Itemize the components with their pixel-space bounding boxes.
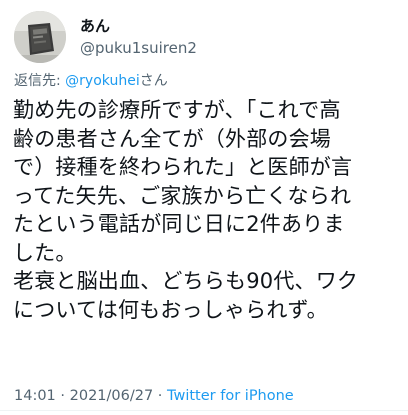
- tweet-text-line: については何もおっしゃられず。: [13, 297, 328, 322]
- reply-prefix: 返信先:: [14, 73, 66, 89]
- tweet-text-line: たという電話が同じ日に2件ありま: [13, 212, 345, 236]
- tweet-text-line: した。: [13, 240, 77, 265]
- avatar-image: [14, 11, 66, 63]
- tweet-text-line: 老衰と脳出血、どちらも90代、ワク: [13, 269, 359, 293]
- tweet-text: 勤め先の診療所ですが、「これで高 齢の患者さん全てが（外部の会場 で）接種を終わ…: [13, 96, 399, 324]
- tweet-text-line: ってた矢先、ご家族から亡くなられ: [13, 183, 352, 208]
- tweet-text-line: で）接種を終わられた」と医師が言: [13, 155, 353, 179]
- display-name[interactable]: あん: [80, 17, 197, 36]
- meta-separator: ·: [55, 388, 70, 404]
- reply-to: 返信先: @ryokuheiさん: [14, 72, 168, 90]
- tweet-time[interactable]: 14:01: [14, 388, 56, 404]
- tweet-date[interactable]: 2021/06/27: [70, 388, 154, 404]
- avatar[interactable]: [14, 11, 66, 63]
- meta-separator: ·: [153, 388, 168, 404]
- reply-mention-link[interactable]: @ryokuhei: [65, 73, 140, 89]
- tweet-source-link[interactable]: Twitter for iPhone: [167, 388, 294, 404]
- tweet-text-line: 勤め先の診療所ですが、「これで高: [13, 98, 341, 122]
- tweet-meta: 14:01 · 2021/06/27 · Twitter for iPhone: [14, 386, 294, 406]
- reply-suffix: さん: [139, 73, 168, 89]
- user-handle[interactable]: @puku1suiren2: [80, 38, 197, 58]
- tweet: あん @puku1suiren2 返信先: @ryokuheiさん 勤め先の診療…: [0, 0, 408, 415]
- tweet-text-line: 齢の患者さん全てが（外部の会場: [13, 126, 331, 151]
- tweet-header: あん @puku1suiren2: [14, 10, 197, 64]
- user-names: あん @puku1suiren2: [80, 17, 197, 58]
- divider: [0, 410, 408, 411]
